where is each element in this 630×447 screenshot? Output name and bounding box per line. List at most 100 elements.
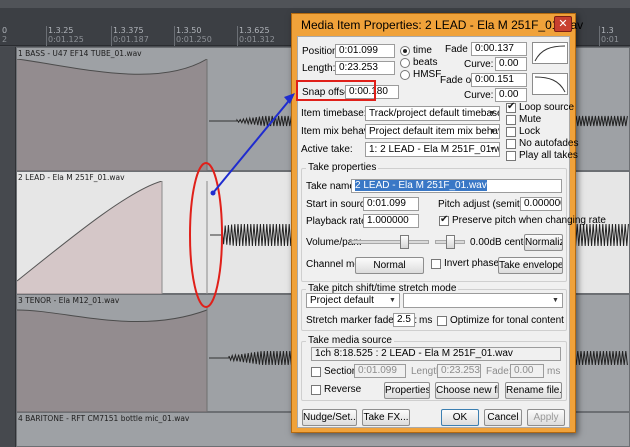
choose-new-file-button[interactable]: Choose new file...	[435, 382, 499, 399]
mute-checkbox[interactable]	[506, 115, 516, 125]
pitch-submode-select[interactable]: ▼	[403, 293, 563, 308]
timebase-hmsf-radio[interactable]	[400, 70, 410, 80]
fade-in-input[interactable]: 0:00.137	[471, 42, 527, 56]
ruler-tick-line	[111, 26, 112, 46]
stretch-fade-input[interactable]: 2.5	[393, 313, 415, 327]
fade-out-curve-icon	[534, 76, 566, 93]
loop-source-checkbox[interactable]	[506, 101, 516, 113]
track-header[interactable]	[0, 47, 16, 171]
length-label: Length:	[302, 63, 336, 74]
preserve-pitch-checkbox[interactable]	[439, 214, 449, 226]
playback-rate-input[interactable]: 1.000000	[363, 214, 419, 228]
ruler-tick-line	[46, 26, 47, 46]
apply-button[interactable]: Apply	[527, 409, 565, 426]
no-autofades-label: No autofades	[519, 138, 579, 149]
start-in-source-input[interactable]: 0:01.099	[363, 197, 419, 211]
invert-phase-label: Invert phase	[444, 258, 500, 269]
dialog-title-bar[interactable]: Media Item Properties: 2 LEAD - Ela M 25…	[292, 14, 583, 35]
lock-checkbox[interactable]	[506, 127, 516, 137]
normalize-button[interactable]: Normalize	[524, 234, 563, 251]
active-take-select[interactable]: 1: 2 LEAD - Ela M 251F_01.wav ▼	[365, 142, 500, 157]
track-header[interactable]	[0, 412, 16, 447]
dialog-title: Media Item Properties: 2 LEAD - Ela M 25…	[301, 18, 584, 32]
active-take-value: 1: 2 LEAD - Ela M 251F_01.wav	[369, 144, 500, 155]
section-checkbox[interactable]	[311, 367, 321, 377]
item-timebase-select[interactable]: Track/project default timebase ▼	[365, 106, 500, 121]
item-timebase-label: Item timebase:	[301, 108, 367, 119]
invert-phase-checkbox[interactable]	[431, 259, 441, 269]
track-label: 3 TENOR - Ela M12_01.wav	[18, 296, 120, 305]
section-input[interactable]: 0:01.099	[354, 364, 406, 378]
timebase-beats-radio[interactable]	[400, 58, 410, 68]
fade-in-curve-icon	[534, 45, 566, 62]
no-autofades-checkbox[interactable]	[506, 139, 516, 149]
volume-pan-value: 0.00dB center	[470, 237, 533, 248]
section-length-input[interactable]: 0:23.253	[437, 364, 481, 378]
chevron-down-icon: ▼	[489, 146, 496, 153]
media-item-properties-dialog[interactable]: Media Item Properties: 2 LEAD - Ela M 25…	[291, 13, 606, 433]
cancel-button[interactable]: Cancel	[484, 409, 522, 426]
chevron-down-icon: ▼	[489, 110, 496, 117]
track-label: 4 BARITONE - RFT CM7151 bottle mic_01.wa…	[18, 414, 190, 423]
take-properties-title: Take properties	[306, 162, 379, 173]
ok-button[interactable]: OK	[441, 409, 479, 426]
optimize-tonal-checkbox[interactable]	[437, 316, 447, 326]
item-mix-select[interactable]: Project default item mix behavior ▼	[365, 124, 500, 139]
close-button[interactable]: ✕	[554, 16, 572, 32]
chevron-down-icon: ▼	[389, 297, 396, 304]
fade-out-input[interactable]: 0:00.151	[471, 73, 527, 87]
curve-out-label: Curve:	[464, 90, 494, 101]
section-fade-input[interactable]: 0.00	[510, 364, 544, 378]
ruler-tick-1: 1.3.25 0:01.125	[48, 26, 84, 44]
track-label: 1 BASS - U47 EF14 TUBE_01.wav	[18, 49, 142, 58]
take-name-text: 2 LEAD - Ela M 251F_01.wav	[355, 180, 487, 191]
curve-out-input[interactable]: 0.00	[495, 88, 527, 102]
ruler-tick-4: 1.3.625 0:01.312	[239, 26, 275, 44]
ruler-tick-line	[174, 26, 175, 46]
ruler-tick-line	[237, 26, 238, 46]
chevron-down-icon: ▼	[552, 297, 559, 304]
pitch-adjust-input[interactable]: 0.000000	[520, 197, 562, 211]
radio-time-label: time	[413, 45, 432, 56]
reverse-checkbox[interactable]	[311, 385, 321, 395]
ruler-tick-2: 1.3.375 0:01.187	[113, 26, 149, 44]
curve-in-input[interactable]: 0.00	[495, 57, 527, 71]
channel-mode-button[interactable]: Normal	[355, 257, 424, 274]
mute-label: Mute	[519, 114, 542, 125]
take-envelopes-button[interactable]: Take envelopes...	[498, 257, 563, 274]
ruler-tick-5: 1.3 0:01	[601, 26, 619, 44]
length-input[interactable]: 0:23.253	[335, 61, 395, 75]
track-header[interactable]	[0, 294, 16, 412]
position-input[interactable]: 0:01.099	[335, 44, 395, 58]
take-name-label: Take name:	[306, 181, 358, 192]
play-all-takes-checkbox[interactable]	[506, 151, 516, 161]
lock-label: Lock	[519, 126, 541, 137]
item-mix-value: Project default item mix behavior	[369, 126, 500, 137]
track-header[interactable]	[0, 171, 16, 294]
fade-out-shape-button[interactable]	[532, 73, 568, 95]
ruler-top-bar	[0, 0, 630, 8]
pitch-mode-value: Project default	[310, 295, 374, 306]
volume-slider[interactable]	[351, 240, 429, 244]
snap-offset-highlight	[296, 80, 376, 101]
playback-rate-label: Playback rate:	[306, 216, 370, 227]
properties-button[interactable]: Properties...	[384, 382, 430, 399]
pitch-mode-select[interactable]: Project default ▼	[306, 293, 400, 308]
nudge-set-button[interactable]: Nudge/Set...	[302, 409, 357, 426]
section-fade-unit: ms	[547, 366, 561, 377]
volume-slider-thumb[interactable]	[400, 235, 409, 249]
rename-file-button[interactable]: Rename file...	[505, 382, 562, 399]
fade-in-shape-button[interactable]	[532, 42, 568, 64]
timebase-time-radio[interactable]	[400, 46, 410, 56]
take-fx-button[interactable]: Take FX...	[362, 409, 410, 426]
close-icon: ✕	[558, 18, 568, 30]
loop-source-label: Loop source	[519, 102, 575, 113]
ruler-tick-3: 1.3.50 0:01.250	[176, 26, 212, 44]
pan-slider-thumb[interactable]	[446, 235, 455, 249]
ruler-tick-line	[599, 26, 600, 46]
media-source-path: 1ch 8:18.525 : 2 LEAD - Ela M 251F_01.wa…	[311, 347, 561, 361]
stretch-fade-unit: ms	[419, 315, 433, 326]
take-name-input[interactable]: 2 LEAD - Ela M 251F_01.wav	[351, 179, 562, 193]
radio-beats-label: beats	[413, 57, 438, 68]
item-timebase-value: Track/project default timebase	[369, 108, 500, 119]
